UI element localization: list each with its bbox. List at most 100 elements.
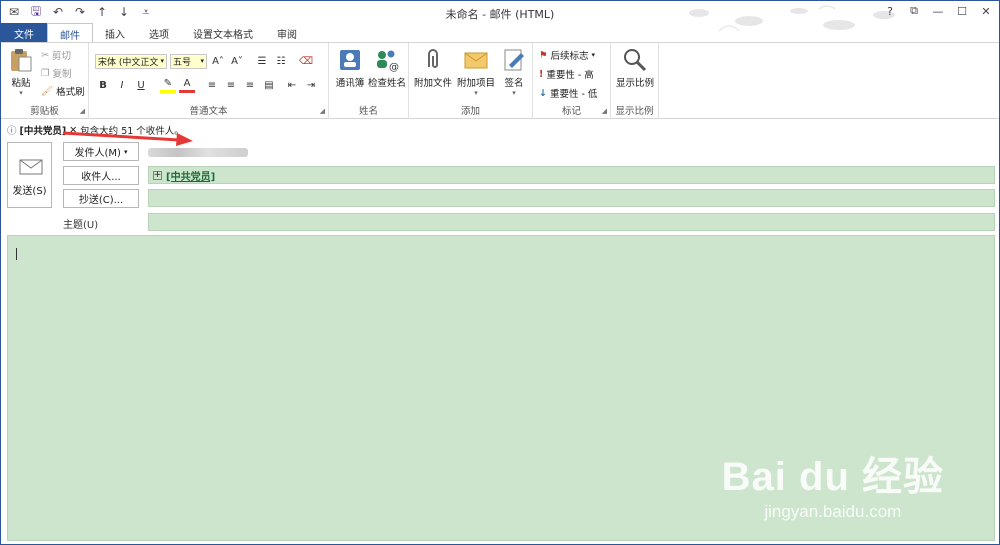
group-tags: ⚑ 后续标志 ▾ ! 重要性 - 高 ↓ 重要性 - 低 标记 ◢ [533,43,611,119]
ribbon: 粘贴 ▾ ✂ 剪切 ❐ 复制 🖌 格式刷 剪贴板 ◢ 宋体 (中文正文 ▾ 五号… [1,42,999,119]
chevron-down-icon: ▾ [512,89,516,97]
send-button[interactable]: 发送(S) [7,142,52,208]
recipient-info-bar: ⓘ [中共党员] ✕ 包含大约 51 个收件人。 [7,123,184,138]
title-bar: ✉ 🖫 ↶ ↷ ↑ ↓ ⩡ 未命名 - 邮件 (HTML) ? ⧉ — ☐ ✕ [1,1,999,32]
brush-icon: 🖌 [41,85,54,97]
low-importance-button[interactable]: ↓ 重要性 - 低 [539,86,598,101]
tab-insert[interactable]: 插入 [93,23,137,43]
signature-label: 签名 [504,78,524,89]
group-label-zoom: 显示比例 [615,106,654,117]
check-names-button[interactable]: @ 检查姓名 [367,47,407,89]
subject-field[interactable] [148,213,995,231]
attach-item-button[interactable]: 附加项目 ▾ [455,47,497,97]
cut-button[interactable]: ✂ 剪切 [41,48,71,63]
high-importance-button[interactable]: ! 重要性 - 高 [539,67,594,82]
group-label-include: 添加 [460,106,480,117]
chevron-down-icon: ▾ [123,147,128,156]
close-icon[interactable]: ✕ [977,3,995,19]
attach-file-button[interactable]: 附加文件 [413,47,453,89]
highlight-icon[interactable]: ✎ [160,77,176,93]
font-name-combo[interactable]: 宋体 (中文正文 ▾ [95,53,167,69]
message-body[interactable]: Bai du 经验 jingyan.baidu.com [7,235,995,541]
send-label: 发送(S) [12,186,47,197]
numbering-icon[interactable]: ☷ [273,53,289,69]
justify-icon[interactable]: ▤ [261,77,277,93]
copy-button[interactable]: ❐ 复制 [41,66,72,81]
align-left-icon[interactable]: ≡ [204,77,220,93]
address-book-label: 通讯簿 [335,78,365,89]
font-size-combo[interactable]: 五号 ▾ [170,53,207,69]
group-zoom: 显示比例 显示比例 [611,43,659,119]
grow-font-icon[interactable]: A˄ [210,53,226,69]
address-book-button[interactable]: 通讯簿 [333,47,367,89]
signature-button[interactable]: 签名 ▾ [499,47,529,97]
down-arrow-icon: ↓ [539,87,547,99]
paperclip-icon [428,49,438,68]
chevron-down-icon: ▾ [19,89,23,97]
copy-icon: ❐ [41,67,50,79]
dialog-launcher-icon[interactable]: ◢ [602,107,607,115]
font-row: 宋体 (中文正文 ▾ 五号 ▾ A˄ A˅ ☰ ☷ ⌫ [95,53,314,69]
cc-button[interactable]: 抄送(C)... [63,189,139,208]
italic-button[interactable]: I [114,77,130,93]
tab-review[interactable]: 审阅 [265,23,309,43]
exclamation-icon: ! [539,68,544,80]
watermark-main: Bai du 经验 [721,455,944,499]
cc-label: 抄送(C)... [78,195,124,206]
from-label: 发件人(M) [74,148,121,159]
high-importance-label: 重要性 - 高 [546,70,594,81]
expand-group-icon[interactable]: + [153,170,162,180]
dismiss-icon[interactable]: ✕ [69,125,77,136]
format-painter-label: 格式刷 [56,87,85,98]
format-painter-button[interactable]: 🖌 格式刷 [41,84,85,99]
copy-label: 复制 [52,69,72,80]
align-center-icon[interactable]: ≡ [223,77,239,93]
to-button[interactable]: 收件人... [63,166,139,185]
signature-icon [504,49,524,71]
group-basic-text: 宋体 (中文正文 ▾ 五号 ▾ A˄ A˅ ☰ ☷ ⌫ B I U ✎ A ≡ [89,43,329,119]
ribbon-tabs: 文件 邮件 插入 选项 设置文本格式 审阅 [1,23,999,43]
font-name-value: 宋体 (中文正文 [98,57,159,68]
group-label-clipboard: 剪贴板 [30,106,59,117]
check-names-label: 检查姓名 [367,78,406,89]
minimize-icon[interactable]: — [929,3,947,19]
envelope-icon [464,52,488,69]
tab-format-text[interactable]: 设置文本格式 [181,23,265,43]
increase-indent-icon[interactable]: ⇥ [303,77,319,93]
address-book-icon [340,50,360,70]
baidu-watermark: Bai du 经验 jingyan.baidu.com [722,444,944,522]
follow-up-button[interactable]: ⚑ 后续标志 ▾ [539,48,596,63]
chevron-down-icon: ▾ [200,57,204,65]
maximize-icon[interactable]: ☐ [953,3,971,19]
cc-field[interactable] [148,189,995,207]
chevron-down-icon: ▾ [474,89,478,97]
scissors-icon: ✂ [41,49,49,61]
dialog-launcher-icon[interactable]: ◢ [80,107,85,115]
decrease-indent-icon[interactable]: ⇤ [284,77,300,93]
attach-item-label: 附加项目 [456,78,495,89]
from-address-redacted [148,148,248,157]
recipient-group[interactable]: [中共党员] [166,168,215,183]
to-field[interactable]: + [中共党员] [148,166,995,184]
tab-message[interactable]: 邮件 [47,23,93,43]
shrink-font-icon[interactable]: A˅ [229,53,245,69]
low-importance-label: 重要性 - 低 [549,89,598,100]
window-title: 未命名 - 邮件 (HTML) [445,8,555,21]
svg-text:@: @ [389,62,399,73]
paste-button[interactable]: 粘贴 ▾ [6,47,36,97]
chevron-down-icon: ▾ [591,51,596,59]
font-color-button[interactable]: A [179,77,195,93]
underline-button[interactable]: U [133,77,149,93]
dialog-launcher-icon[interactable]: ◢ [320,107,325,115]
tab-options[interactable]: 选项 [137,23,181,43]
paste-label: 粘贴 [11,78,31,89]
help-icon[interactable]: ? [881,3,899,19]
bold-button[interactable]: B [95,77,111,93]
zoom-button[interactable]: 显示比例 [614,47,656,89]
bullets-icon[interactable]: ☰ [254,53,270,69]
align-right-icon[interactable]: ≡ [242,77,258,93]
ribbon-display-icon[interactable]: ⧉ [905,3,923,19]
tab-file[interactable]: 文件 [1,23,47,43]
from-button[interactable]: 发件人(M) ▾ [63,142,139,161]
clear-formatting-icon[interactable]: ⌫ [298,53,314,69]
